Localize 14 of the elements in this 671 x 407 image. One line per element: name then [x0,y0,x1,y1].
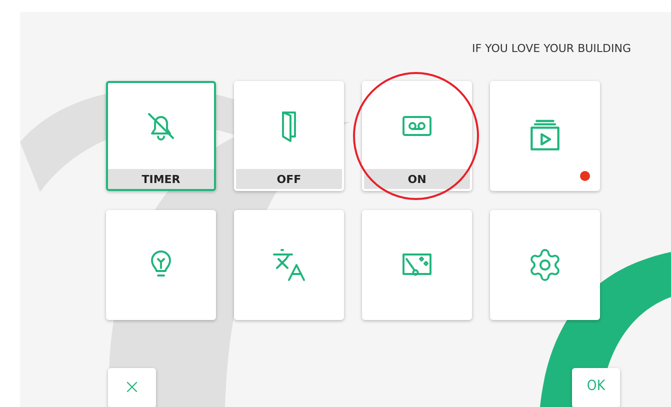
tile-button[interactable]: TIMER [106,81,216,191]
tile-label: ON [364,169,470,189]
tile-button[interactable]: OFF [234,81,344,191]
header-text: IF YOU LOVE YOUR BUILDING [472,42,631,55]
tile-button[interactable] [490,81,600,191]
close-button[interactable] [108,368,156,407]
tile-button[interactable]: ON [362,81,472,191]
tile-button[interactable] [490,210,600,320]
tile-label: OFF [236,169,342,189]
tile-label: TIMER [108,169,214,189]
tile-button[interactable] [362,210,472,320]
tile-button[interactable] [234,210,344,320]
tile-button[interactable] [106,210,216,320]
translate-icon [271,247,307,283]
